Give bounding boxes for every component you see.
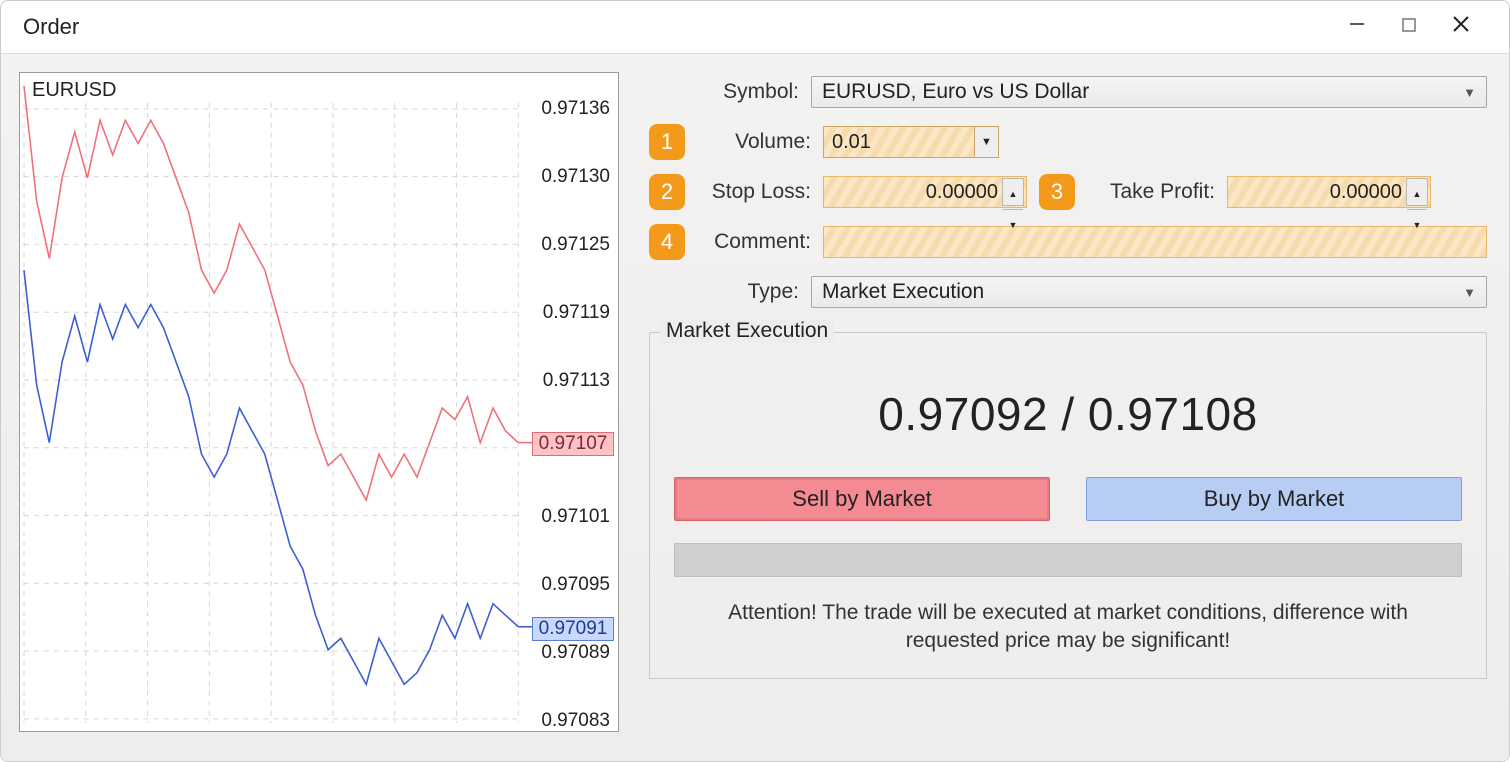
- y-tick-label: 0.97113: [543, 370, 610, 392]
- symbol-row: Symbol: EURUSD, Euro vs US Dollar ▼: [649, 74, 1487, 110]
- comment-label: Comment:: [697, 230, 811, 254]
- type-row: Type: Market Execution ▼: [649, 274, 1487, 310]
- takeprofit-label: Take Profit:: [1087, 180, 1215, 204]
- symbol-select[interactable]: EURUSD, Euro vs US Dollar ▼: [811, 76, 1487, 108]
- sell-by-market-button[interactable]: Sell by Market: [674, 477, 1050, 521]
- symbol-value: EURUSD, Euro vs US Dollar: [822, 80, 1089, 104]
- step-badge-2: 2: [649, 174, 685, 210]
- sell-label: Sell by Market: [792, 486, 931, 512]
- sl-tp-row: 2 Stop Loss: 0.00000 ▲ ▼ 3 Take Profit: …: [649, 174, 1487, 210]
- close-icon: [1451, 14, 1471, 34]
- market-legend: Market Execution: [660, 319, 834, 343]
- type-select[interactable]: Market Execution ▼: [811, 276, 1487, 308]
- y-tick-label: 0.97130: [541, 166, 610, 188]
- window-title: Order: [23, 14, 79, 40]
- volume-label: Volume:: [697, 130, 811, 154]
- chevron-up-icon: ▲: [1407, 179, 1427, 210]
- order-form: Symbol: EURUSD, Euro vs US Dollar ▼ 1 Vo…: [649, 72, 1487, 743]
- y-tick-label: 0.97136: [541, 98, 610, 120]
- close-button[interactable]: [1435, 14, 1487, 40]
- chevron-down-icon: ▼: [1463, 85, 1476, 100]
- chevron-down-icon: ▼: [1463, 285, 1476, 300]
- minimize-button[interactable]: [1331, 15, 1383, 39]
- step-badge-1: 1: [649, 124, 685, 160]
- stoploss-label: Stop Loss:: [697, 180, 811, 204]
- symbol-label: Symbol:: [649, 80, 799, 104]
- current-ask-tag: 0.97107: [532, 432, 614, 456]
- minimize-icon: [1348, 15, 1366, 33]
- y-tick-label: 0.97119: [543, 302, 610, 324]
- step-badge-4: 4: [649, 224, 685, 260]
- chevron-up-icon: ▲: [1003, 179, 1023, 210]
- market-execution-group: Market Execution 0.97092 / 0.97108 Sell …: [649, 332, 1487, 679]
- stoploss-value: 0.00000: [926, 181, 998, 203]
- attention-text: Attention! The trade will be executed at…: [674, 577, 1462, 660]
- stoploss-input[interactable]: 0.00000 ▲ ▼: [823, 176, 1027, 208]
- y-tick-label: 0.97083: [541, 710, 610, 732]
- y-tick-label: 0.97095: [541, 574, 610, 596]
- y-tick-label: 0.97125: [541, 234, 610, 256]
- comment-input[interactable]: [823, 226, 1487, 258]
- step-badge-3: 3: [1039, 174, 1075, 210]
- buy-by-market-button[interactable]: Buy by Market: [1086, 477, 1462, 521]
- progress-bar: [674, 543, 1462, 577]
- chart-canvas: [20, 73, 618, 731]
- type-value: Market Execution: [822, 280, 984, 304]
- volume-row: 1 Volume: 0.01 ▼: [649, 124, 1487, 160]
- current-bid-tag: 0.97091: [532, 617, 614, 641]
- volume-value: 0.01: [832, 131, 871, 154]
- takeprofit-value: 0.00000: [1330, 181, 1402, 203]
- comment-row: 4 Comment:: [649, 224, 1487, 260]
- market-prices: 0.97092 / 0.97108: [674, 357, 1462, 477]
- maximize-icon: [1401, 17, 1417, 33]
- type-label: Type:: [649, 280, 799, 304]
- takeprofit-spinner[interactable]: ▲ ▼: [1406, 178, 1428, 206]
- y-tick-label: 0.97101: [541, 506, 610, 528]
- price-chart: EURUSD 0.971360.971300.971250.971190.971…: [19, 72, 619, 732]
- titlebar[interactable]: Order: [1, 1, 1509, 53]
- takeprofit-input[interactable]: 0.00000 ▲ ▼: [1227, 176, 1431, 208]
- maximize-button[interactable]: [1383, 16, 1435, 39]
- chevron-down-icon: ▼: [974, 127, 998, 157]
- order-dialog: Order EURUSD 0.971360.971300.971250.9711…: [0, 0, 1510, 762]
- y-tick-label: 0.97089: [541, 642, 610, 664]
- volume-input[interactable]: 0.01 ▼: [823, 126, 999, 158]
- stoploss-spinner[interactable]: ▲ ▼: [1002, 178, 1024, 206]
- buy-label: Buy by Market: [1204, 486, 1345, 512]
